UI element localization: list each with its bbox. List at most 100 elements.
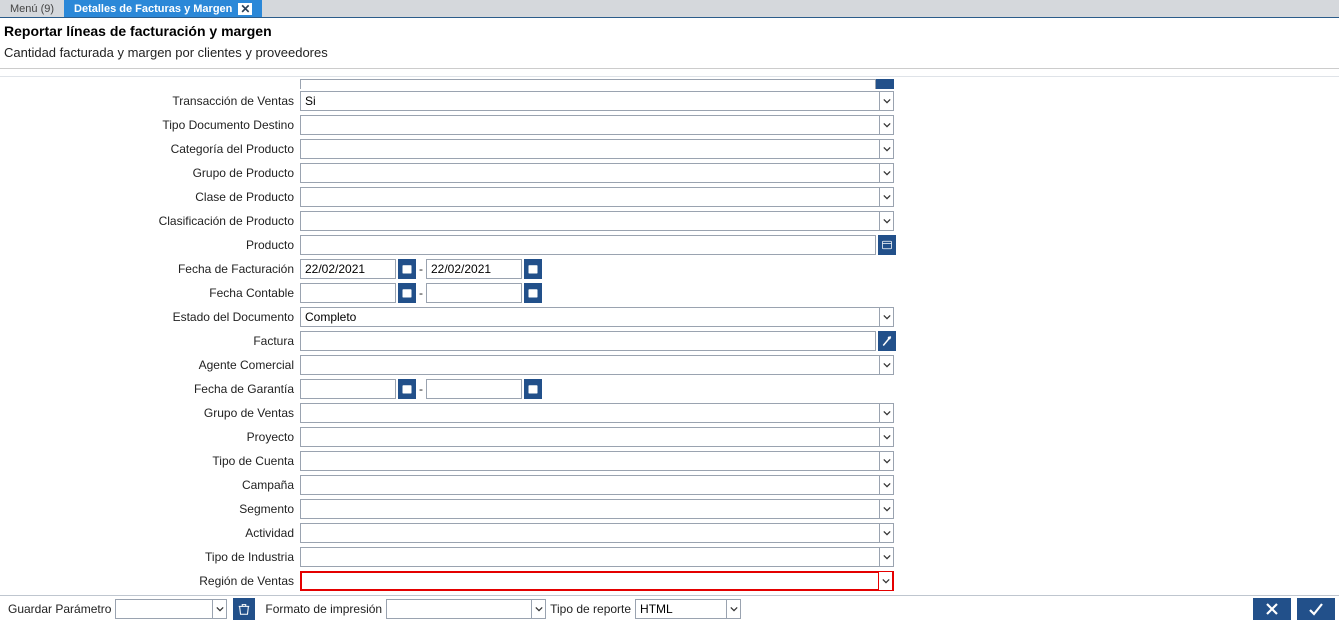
tab-detalles-facturas[interactable]: Detalles de Facturas y Margen ✕ [64,0,262,17]
agente-comercial-input[interactable] [301,356,879,374]
chevron-down-icon[interactable] [879,428,893,446]
check-icon [1308,601,1324,617]
estado-documento-input[interactable] [301,308,879,326]
chevron-down-icon[interactable] [212,600,226,618]
grupo-ventas-input[interactable] [301,404,879,422]
chevron-down-icon[interactable] [879,212,893,230]
clasificacion-producto-combo[interactable] [300,211,894,231]
grupo-ventas-combo[interactable] [300,403,894,423]
label-transaccion-ventas: Transacción de Ventas [0,94,300,108]
chevron-down-icon[interactable] [879,548,893,566]
tab-bar: Menú (9) Detalles de Facturas y Margen ✕ [0,0,1339,18]
proyecto-input[interactable] [301,428,879,446]
range-separator: - [418,286,424,300]
calendar-icon[interactable] [524,379,542,399]
label-actividad: Actividad [0,526,300,540]
chevron-down-icon[interactable] [878,572,892,590]
label-formato-impresion: Formato de impresión [261,602,386,616]
chevron-down-icon[interactable] [879,476,893,494]
chevron-down-icon[interactable] [879,500,893,518]
chevron-down-icon[interactable] [879,404,893,422]
tab-menu[interactable]: Menú (9) [0,0,64,17]
campana-combo[interactable] [300,475,894,495]
chevron-down-icon[interactable] [879,188,893,206]
range-separator: - [418,262,424,276]
page-header: Reportar líneas de facturación y margen … [0,18,1339,66]
guardar-parametro-input[interactable] [116,600,212,618]
fecha-contable-from[interactable] [300,283,396,303]
calendar-icon[interactable] [398,259,416,279]
page-subtitle: Cantidad facturada y margen por clientes… [4,45,1335,60]
transaccion-ventas-input[interactable] [301,92,879,110]
fecha-contable-to-input[interactable] [427,284,590,302]
chevron-down-icon[interactable] [879,116,893,134]
chevron-down-icon[interactable] [531,600,545,618]
fecha-facturacion-to[interactable] [426,259,522,279]
tipo-cuenta-combo[interactable] [300,451,894,471]
actividad-combo[interactable] [300,523,894,543]
fecha-garantia-to-input[interactable] [427,380,590,398]
cancel-button[interactable] [1253,598,1291,620]
guardar-parametro-combo[interactable] [115,599,227,619]
grupo-producto-input[interactable] [301,164,879,182]
segmento-combo[interactable] [300,499,894,519]
calendar-icon[interactable] [524,259,542,279]
label-fecha-contable: Fecha Contable [0,286,300,300]
tipo-doc-destino-combo[interactable] [300,115,894,135]
label-categoria-producto: Categoría del Producto [0,142,300,156]
estado-documento-combo[interactable] [300,307,894,327]
actividad-input[interactable] [301,524,879,542]
chevron-down-icon[interactable] [879,164,893,182]
factura-input[interactable] [301,332,875,350]
region-ventas-combo[interactable] [300,571,894,591]
producto-field[interactable] [300,235,876,255]
categoria-producto-input[interactable] [301,140,879,158]
confirm-button[interactable] [1297,598,1335,620]
formato-impresion-input[interactable] [387,600,531,618]
categoria-producto-combo[interactable] [300,139,894,159]
tipo-reporte-combo[interactable] [635,599,741,619]
segmento-input[interactable] [301,500,879,518]
fecha-facturacion-from[interactable] [300,259,396,279]
label-tipo-doc-destino: Tipo Documento Destino [0,118,300,132]
search-icon[interactable] [878,331,896,351]
campana-input[interactable] [301,476,879,494]
chevron-down-icon[interactable] [879,140,893,158]
tipo-cuenta-input[interactable] [301,452,879,470]
chevron-down-icon[interactable] [879,308,893,326]
calendar-icon[interactable] [524,283,542,303]
tipo-doc-destino-input[interactable] [301,116,879,134]
chevron-down-icon[interactable] [879,92,893,110]
close-icon[interactable]: ✕ [238,3,252,15]
fecha-contable-to[interactable] [426,283,522,303]
fecha-facturacion-to-input[interactable] [427,260,590,278]
clase-producto-input[interactable] [301,188,879,206]
proyecto-combo[interactable] [300,427,894,447]
label-tipo-industria: Tipo de Industria [0,550,300,564]
form-scroll-area[interactable]: Transacción de Ventas Tipo Documento Des… [0,76,1339,595]
producto-input[interactable] [301,236,875,254]
chevron-down-icon[interactable] [726,600,740,618]
transaccion-ventas-combo[interactable] [300,91,894,111]
chevron-down-icon[interactable] [879,356,893,374]
tipo-reporte-input[interactable] [636,600,726,618]
tipo-industria-combo[interactable] [300,547,894,567]
fecha-garantia-from[interactable] [300,379,396,399]
calendar-icon[interactable] [398,379,416,399]
lookup-icon[interactable] [878,235,896,255]
factura-field[interactable] [300,331,876,351]
fecha-garantia-to[interactable] [426,379,522,399]
tipo-industria-input[interactable] [301,548,879,566]
chevron-down-icon[interactable] [879,452,893,470]
delete-button[interactable] [233,598,255,620]
region-ventas-input[interactable] [302,572,878,590]
grupo-producto-combo[interactable] [300,163,894,183]
chevron-down-icon[interactable] [879,524,893,542]
formato-impresion-combo[interactable] [386,599,546,619]
clase-producto-combo[interactable] [300,187,894,207]
clasificacion-producto-input[interactable] [301,212,879,230]
label-grupo-producto: Grupo de Producto [0,166,300,180]
range-separator: - [418,382,424,396]
agente-comercial-combo[interactable] [300,355,894,375]
calendar-icon[interactable] [398,283,416,303]
